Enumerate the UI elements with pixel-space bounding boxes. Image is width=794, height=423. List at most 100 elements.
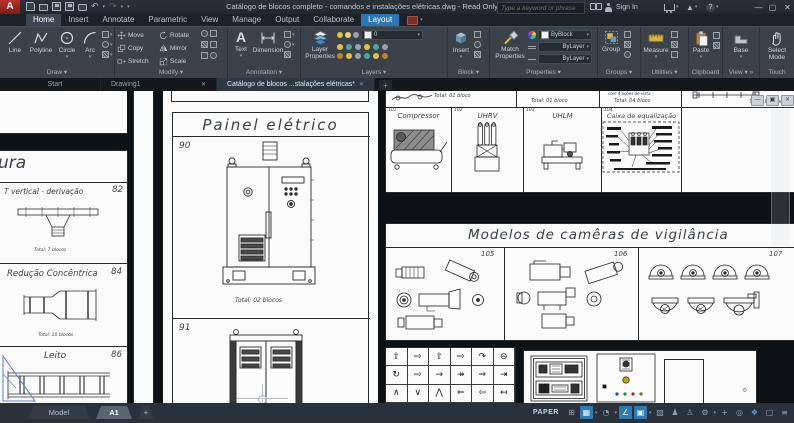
explode-button[interactable] xyxy=(201,52,217,59)
qat-customize-icon[interactable]: ▾ xyxy=(127,4,130,10)
drawing-close-icon[interactable]: ✕ xyxy=(781,95,794,106)
tab-home[interactable]: Home xyxy=(26,14,61,26)
leader-button[interactable]: ▾ xyxy=(284,31,295,38)
panel-label-modify[interactable]: Modify ▾ xyxy=(115,68,227,78)
panel-label-properties[interactable]: Properties ▾ xyxy=(490,68,597,78)
layer-tool-icon[interactable] xyxy=(382,53,388,59)
app-store-cart-icon[interactable]: ▾ xyxy=(664,1,679,13)
panel-label-layers[interactable]: Layers ▾ xyxy=(301,68,447,78)
sign-in-button[interactable]: Sign In xyxy=(616,1,638,13)
mirror-button[interactable]: Mirror xyxy=(157,42,201,55)
polar-tracking-icon[interactable]: ◔ xyxy=(599,406,612,419)
customization-icon[interactable]: ≡ xyxy=(778,406,791,419)
tab-collaborate[interactable]: Collaborate xyxy=(306,14,361,26)
navigation-bar[interactable]: ✕ ◔ ⊙ ⌂ ↻ xyxy=(771,109,790,245)
line-button[interactable]: Line xyxy=(3,27,27,60)
rectangle-button[interactable]: ▾ xyxy=(102,31,113,38)
object-snap-icon[interactable]: ▣ xyxy=(634,406,647,419)
drawing-canvas[interactable]: ura T vertical - derivação 82 Total: 7 b… xyxy=(0,91,794,403)
tab-manage[interactable]: Manage xyxy=(225,14,268,26)
layer-freeze-icon[interactable] xyxy=(345,32,351,38)
object-color-dropdown[interactable]: ByBlock▾ xyxy=(538,30,592,40)
layer-on-icon[interactable] xyxy=(337,32,343,38)
file-tab-catalogo[interactable]: Catálogo de blocos ...stalações elétrica… xyxy=(217,78,375,91)
tab-parametric[interactable]: Parametric xyxy=(141,14,194,26)
annotation-autoscale-icon[interactable]: ♙ xyxy=(683,406,696,419)
copy-clip-icon[interactable] xyxy=(713,32,720,39)
layer-tool-icon[interactable] xyxy=(373,44,379,50)
layer-tool-icon[interactable] xyxy=(355,53,361,59)
navbar-close-icon[interactable]: ✕ xyxy=(777,114,784,122)
layer-dropdown[interactable]: 0▾ xyxy=(361,30,423,40)
model-tab[interactable]: Model xyxy=(28,406,90,419)
select-mode-button[interactable]: Select Mode xyxy=(762,27,792,61)
insert-block-button[interactable]: Insert▾ xyxy=(448,27,474,60)
panel-label-groups[interactable]: Groups ▾ xyxy=(598,68,640,78)
grid-display-icon[interactable]: ⊞ xyxy=(565,406,578,419)
trim-button[interactable] xyxy=(201,41,217,48)
hatch-button[interactable]: ▾ xyxy=(102,51,113,58)
arc-button[interactable]: Arc▾ xyxy=(79,27,101,60)
undo-icon[interactable]: ↶ xyxy=(91,2,99,11)
minimize-button[interactable]: — xyxy=(752,1,765,13)
fillet-button[interactable] xyxy=(201,30,217,37)
file-tab-start[interactable]: Start xyxy=(10,78,101,91)
paste-button[interactable]: Paste▾ xyxy=(689,27,713,60)
table-button[interactable] xyxy=(284,51,295,58)
measure-button[interactable]: Measure▾ xyxy=(641,27,671,60)
new-drawing-tab-button[interactable]: + xyxy=(379,80,392,90)
autocad-logo-icon[interactable]: A xyxy=(0,0,20,14)
text-button[interactable]: AText▾ xyxy=(230,27,252,59)
layer-tool-icon[interactable] xyxy=(355,44,361,50)
save-icon[interactable] xyxy=(52,2,61,11)
ungroup-icon[interactable] xyxy=(624,31,631,38)
tab-insert[interactable]: Insert xyxy=(61,14,95,26)
layer-properties-button[interactable]: Layer Properties xyxy=(303,27,337,60)
redo-dropdown-icon[interactable]: ▾ xyxy=(121,4,124,10)
scale-button[interactable]: Scale xyxy=(157,55,201,68)
rotate-button[interactable]: Rotate xyxy=(157,29,201,42)
quick-calc-icon[interactable] xyxy=(671,41,678,48)
panel-label-utilities[interactable]: Utilities ▾ xyxy=(641,68,688,78)
layer-tool-icon[interactable] xyxy=(346,53,352,59)
layer-tool-icon[interactable] xyxy=(346,44,352,50)
dimension-button[interactable]: Dimension xyxy=(252,27,284,59)
polyline-button[interactable]: Polyline xyxy=(27,27,55,60)
search-input[interactable] xyxy=(498,5,593,12)
plot-icon[interactable] xyxy=(78,4,87,11)
navbar-wheel-icon[interactable]: ◔ xyxy=(778,131,783,139)
edit-block-icon[interactable] xyxy=(474,31,481,38)
copy-button[interactable]: Copy xyxy=(115,42,157,55)
graphics-performance-icon[interactable]: ❖ xyxy=(748,406,761,419)
annotation-visibility-icon[interactable]: ♟ xyxy=(668,406,681,419)
lineweight-dropdown[interactable]: ByLayer▾ xyxy=(538,42,592,52)
close-tab-icon[interactable]: ✕ xyxy=(359,81,364,88)
layer-lock-icon[interactable] xyxy=(353,32,359,38)
isodraft-icon[interactable]: ∠ xyxy=(619,406,632,419)
annotation-scale-icon[interactable]: ⚙ xyxy=(698,406,711,419)
ribbon-display-toggle[interactable]: ▾ xyxy=(407,14,423,26)
drawing-minimize-icon[interactable]: — xyxy=(751,95,764,106)
id-point-icon[interactable] xyxy=(671,51,678,58)
tab-annotate[interactable]: Annotate xyxy=(95,14,141,26)
drawing-restore-icon[interactable]: ▣ xyxy=(766,95,779,106)
help-icon[interactable]: ?▾ xyxy=(706,1,719,13)
clean-screen-icon[interactable]: ▢ xyxy=(763,406,776,419)
navbar-zoom-icon[interactable]: ⌂ xyxy=(778,165,783,173)
new-file-icon[interactable] xyxy=(26,2,35,11)
move-button[interactable]: Move xyxy=(115,29,157,42)
layer-tool-icon[interactable] xyxy=(364,44,370,50)
panel-label-view[interactable]: View ▾ » xyxy=(723,68,759,78)
maximize-button[interactable]: ▢ xyxy=(766,1,779,13)
multileader-button[interactable]: ▾ xyxy=(284,41,295,48)
open-file-icon[interactable] xyxy=(39,4,48,11)
group-button[interactable]: Group xyxy=(598,27,624,58)
close-button[interactable]: ✕ xyxy=(781,1,794,13)
selection-cycling-icon[interactable]: ▧ xyxy=(653,406,666,419)
file-tab-drawing1[interactable]: Drawing1✕ xyxy=(101,78,217,91)
new-layout-button[interactable]: + xyxy=(138,406,154,419)
layer-tool-icon[interactable] xyxy=(373,53,379,59)
panel-label-annotation[interactable]: Annotation ▾ xyxy=(228,68,300,78)
close-tab-icon[interactable]: ✕ xyxy=(201,81,206,88)
redo-icon[interactable]: ↷ xyxy=(109,2,117,11)
